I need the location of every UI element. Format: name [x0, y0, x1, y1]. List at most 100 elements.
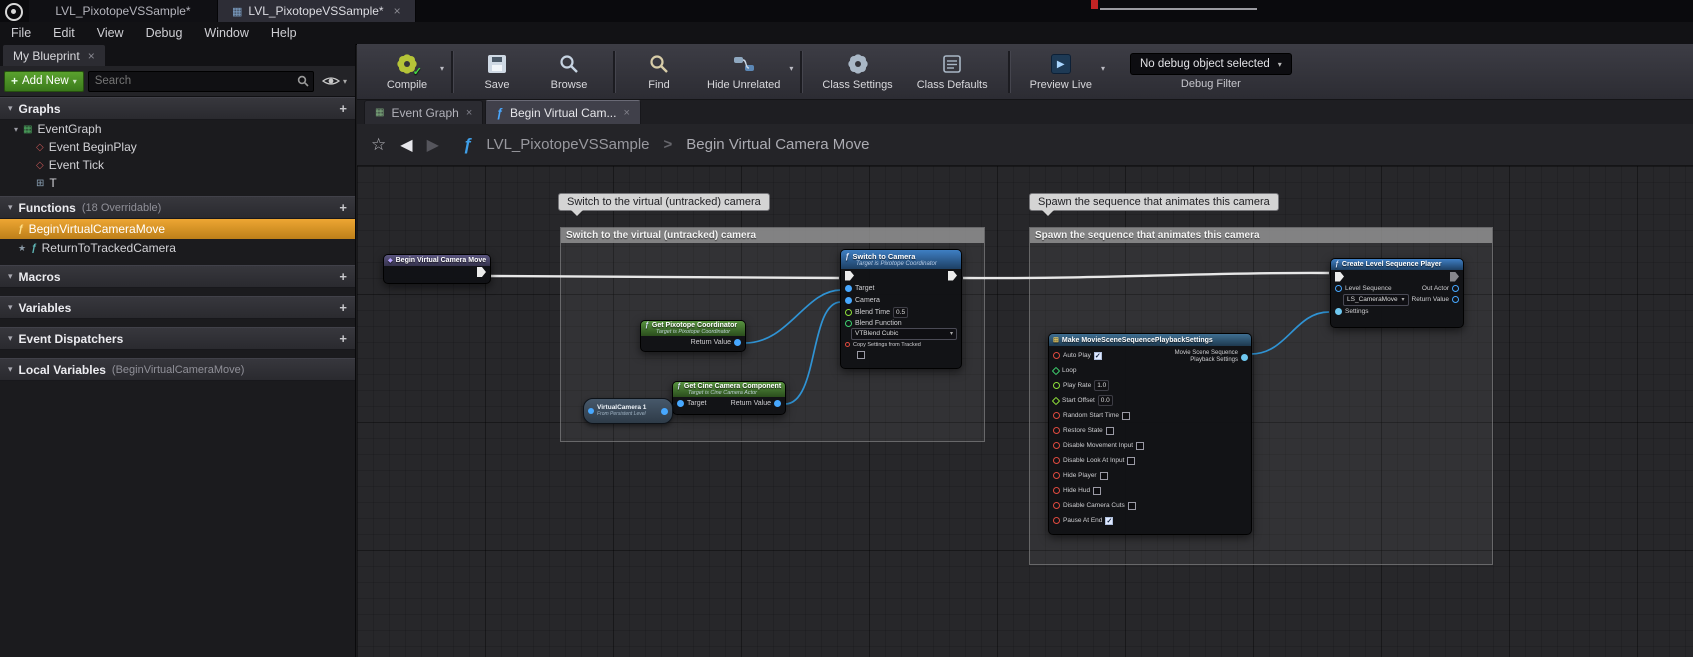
- comment-title[interactable]: Switch to the virtual (untracked) camera: [561, 228, 984, 243]
- close-icon[interactable]: ×: [394, 4, 401, 18]
- section-header-graphs[interactable]: ▾ Graphs +: [0, 97, 355, 120]
- disable-look-at-input-checkbox[interactable]: [1127, 457, 1135, 465]
- breadcrumb-root[interactable]: LVL_PixotopeVSSample: [486, 136, 649, 153]
- comment-title[interactable]: Spawn the sequence that animates this ca…: [1030, 228, 1492, 243]
- add-dispatcher-icon[interactable]: +: [339, 331, 347, 346]
- restore-state-checkbox[interactable]: [1106, 427, 1114, 435]
- level-sequence-asset-picker[interactable]: LS_CameraMove▾: [1343, 294, 1409, 306]
- exec-out-pin[interactable]: [948, 271, 957, 281]
- find-button[interactable]: Find: [623, 50, 695, 93]
- save-button[interactable]: Save: [461, 50, 533, 93]
- add-graph-icon[interactable]: +: [339, 101, 347, 116]
- copy-settings-checkbox[interactable]: [857, 351, 865, 359]
- disable-camera-cuts-checkbox[interactable]: [1128, 502, 1136, 510]
- node-switch-to-camera[interactable]: ƒSwitch to Camera Target is Pixotope Coo…: [840, 249, 962, 369]
- back-arrow-icon[interactable]: ◀: [400, 135, 412, 155]
- blend-function-dropdown[interactable]: VTBlend Cubic▾: [851, 328, 957, 340]
- return-value-pin[interactable]: [734, 339, 741, 346]
- collapse-arrow-icon[interactable]: ▾: [8, 364, 13, 375]
- target-pin[interactable]: [677, 400, 684, 407]
- return-value-pin[interactable]: [774, 400, 781, 407]
- camera-pin[interactable]: [845, 297, 852, 304]
- level-sequence-pin[interactable]: [1335, 285, 1342, 292]
- hide-hud-pin[interactable]: [1053, 487, 1060, 494]
- auto-play-pin[interactable]: [1053, 352, 1060, 359]
- start-offset-value[interactable]: 0.0: [1098, 395, 1113, 406]
- node-create-level-sequence-player[interactable]: ƒCreate Level Sequence Player Level Sequ…: [1330, 258, 1464, 328]
- window-tab-level-2[interactable]: ▦ LVL_PixotopeVSSample* ×: [218, 0, 416, 22]
- tree-item-event-tick[interactable]: ◇ Event Tick: [0, 156, 355, 174]
- node-get-pixotope-coordinator[interactable]: ƒGet Pixotope Coordinator Target is Pixo…: [640, 320, 746, 352]
- close-icon[interactable]: ×: [466, 107, 472, 119]
- exec-out-pin[interactable]: [477, 267, 486, 277]
- pause-at-end-checkbox[interactable]: ✓: [1105, 517, 1113, 525]
- add-new-button[interactable]: + Add New ▾: [4, 71, 84, 92]
- start-offset-pin[interactable]: [1052, 396, 1060, 404]
- loop-pin[interactable]: [1052, 366, 1060, 374]
- window-tab-level-1[interactable]: LVL_PixotopeVSSample*: [29, 0, 218, 22]
- menu-debug[interactable]: Debug: [135, 22, 194, 44]
- class-settings-button[interactable]: Class Settings: [810, 50, 904, 93]
- unreal-logo-icon[interactable]: [5, 3, 23, 21]
- exec-out-pin[interactable]: [1450, 272, 1459, 282]
- section-header-event-dispatchers[interactable]: ▾ Event Dispatchers +: [0, 327, 355, 350]
- node-virtualcamera-variable[interactable]: VirtualCamera 1 From Persistent Level: [583, 398, 673, 424]
- node-begin-virtual-camera-move[interactable]: ◆ Begin Virtual Camera Move: [383, 254, 491, 284]
- compile-button[interactable]: ✓ Compile ▾: [371, 50, 443, 93]
- out-actor-pin[interactable]: [1452, 285, 1459, 292]
- play-rate-pin[interactable]: [1053, 382, 1060, 389]
- section-header-variables[interactable]: ▾ Variables +: [0, 296, 355, 319]
- section-header-macros[interactable]: ▾ Macros +: [0, 265, 355, 288]
- blend-function-pin[interactable]: [845, 320, 852, 327]
- close-icon[interactable]: ×: [623, 107, 629, 119]
- settings-pin[interactable]: [1335, 308, 1342, 315]
- bookmark-star-icon[interactable]: ☆: [371, 135, 386, 155]
- chevron-down-icon[interactable]: ▾: [1101, 64, 1105, 73]
- copy-settings-pin[interactable]: [845, 342, 850, 347]
- view-options-button[interactable]: ▾: [318, 75, 351, 87]
- hide-player-checkbox[interactable]: [1100, 472, 1108, 480]
- section-header-functions[interactable]: ▾ Functions (18 Overridable) +: [0, 196, 355, 219]
- random-start-time-pin[interactable]: [1053, 412, 1060, 419]
- menu-view[interactable]: View: [86, 22, 135, 44]
- auto-play-checkbox[interactable]: ✓: [1094, 352, 1102, 360]
- tab-begin-virtual-camera-move[interactable]: ƒ Begin Virtual Cam... ×: [485, 100, 641, 124]
- random-start-time-checkbox[interactable]: [1122, 412, 1130, 420]
- debug-object-dropdown[interactable]: No debug object selected ▾: [1130, 53, 1292, 75]
- variable-out-pin[interactable]: [661, 408, 668, 415]
- forward-arrow-icon[interactable]: ▶: [427, 135, 439, 155]
- browse-button[interactable]: Browse: [533, 50, 605, 93]
- collapse-arrow-icon[interactable]: ▾: [8, 271, 13, 282]
- hide-unrelated-button[interactable]: Hide Unrelated ▾: [695, 50, 792, 93]
- class-defaults-button[interactable]: Class Defaults: [905, 50, 1000, 93]
- tree-item-event-beginplay[interactable]: ◇ Event BeginPlay: [0, 138, 355, 156]
- pause-at-end-pin[interactable]: [1053, 517, 1060, 524]
- add-macro-icon[interactable]: +: [339, 269, 347, 284]
- tab-my-blueprint[interactable]: My Blueprint ×: [3, 45, 105, 66]
- menu-file[interactable]: File: [0, 22, 42, 44]
- collapse-arrow-icon[interactable]: ▾: [8, 202, 13, 213]
- add-variable-icon[interactable]: +: [339, 300, 347, 315]
- tree-item-returntotrackedcamera[interactable]: ★ ƒ ReturnToTrackedCamera: [0, 239, 355, 257]
- close-icon[interactable]: ×: [88, 49, 95, 63]
- menu-window[interactable]: Window: [193, 22, 259, 44]
- blend-time-pin[interactable]: [845, 309, 852, 316]
- return-value-pin[interactable]: [1452, 296, 1459, 303]
- menu-help[interactable]: Help: [260, 22, 308, 44]
- exec-in-pin[interactable]: [845, 271, 854, 281]
- blend-time-value[interactable]: 0.5: [893, 307, 908, 318]
- chevron-down-icon[interactable]: ▾: [789, 64, 793, 73]
- settings-out-pin[interactable]: [1241, 354, 1248, 361]
- chevron-down-icon[interactable]: ▾: [440, 64, 444, 73]
- hide-hud-checkbox[interactable]: [1093, 487, 1101, 495]
- exec-in-pin[interactable]: [1335, 272, 1344, 282]
- tree-item-beginvirtualcameramove[interactable]: ƒ BeginVirtualCameraMove: [0, 219, 355, 239]
- node-make-playback-settings[interactable]: ⊞Make MovieSceneSequencePlaybackSettings…: [1048, 333, 1252, 535]
- disable-movement-input-pin[interactable]: [1053, 442, 1060, 449]
- hide-player-pin[interactable]: [1053, 472, 1060, 479]
- tab-event-graph[interactable]: ▦ Event Graph ×: [364, 100, 483, 124]
- preview-live-button[interactable]: ▶ Preview Live ▾: [1018, 50, 1104, 93]
- collapse-arrow-icon[interactable]: ▾: [8, 333, 13, 344]
- disable-camera-cuts-pin[interactable]: [1053, 502, 1060, 509]
- play-rate-value[interactable]: 1.0: [1094, 380, 1109, 391]
